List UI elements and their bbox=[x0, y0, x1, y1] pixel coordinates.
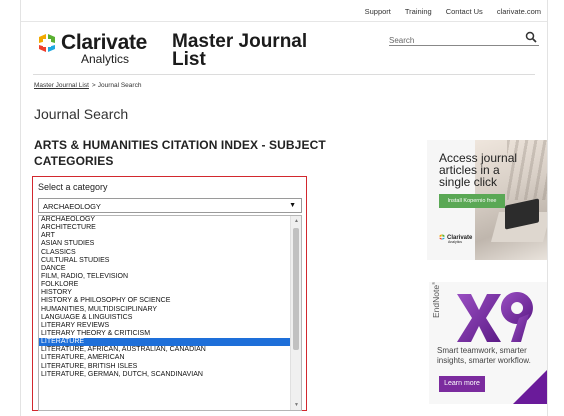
category-option[interactable]: FOLKLORE bbox=[39, 281, 291, 289]
corner-accent bbox=[513, 370, 547, 404]
category-select-value: ARCHAEOLOGY bbox=[43, 202, 101, 211]
breadcrumb-current: Journal Search bbox=[97, 82, 142, 89]
breadcrumb: Master Journal List > Journal Search bbox=[34, 82, 141, 89]
kopernio-ad[interactable]: Access journal articles in a single clic… bbox=[427, 140, 547, 260]
category-option[interactable]: FILM, RADIO, TELEVISION bbox=[39, 273, 291, 281]
category-option[interactable]: ARCHITECTURE bbox=[39, 224, 291, 232]
listbox-scrollbar[interactable]: ▲ ▼ bbox=[290, 216, 301, 410]
endnote-wordmark: EndNote® bbox=[431, 282, 441, 318]
category-option[interactable]: CLASSICS bbox=[39, 249, 291, 257]
scroll-up-arrow-icon[interactable]: ▲ bbox=[291, 216, 301, 226]
category-option[interactable]: LITERATURE, BRITISH ISLES bbox=[39, 363, 291, 371]
category-option[interactable]: HISTORY & PHILOSOPHY OF SCIENCE bbox=[39, 297, 291, 305]
scrollbar-thumb[interactable] bbox=[293, 228, 299, 350]
contact-us-link[interactable]: Contact Us bbox=[446, 7, 483, 16]
category-option[interactable]: HISTORY bbox=[39, 289, 291, 297]
kopernio-ad-text: Access journal articles in a single clic… bbox=[439, 151, 518, 189]
clarivate-logo[interactable]: Clarivate Analytics bbox=[37, 31, 147, 68]
category-option[interactable]: CULTURAL STUDIES bbox=[39, 257, 291, 265]
search-icon[interactable] bbox=[525, 31, 537, 43]
category-option[interactable]: LITERARY REVIEWS bbox=[39, 322, 291, 330]
x9-logo-icon bbox=[457, 292, 533, 342]
category-option[interactable]: ART bbox=[39, 232, 291, 240]
category-option[interactable]: LITERATURE, AMERICAN bbox=[39, 354, 291, 362]
category-listbox[interactable]: ARCHAEOLOGY ARCHITECTURE ART ASIAN STUDIES C… bbox=[38, 215, 302, 411]
page-title: Journal Search bbox=[34, 106, 129, 122]
category-panel: Select a category ARCHAEOLOGY ▼ ARCHAEOL… bbox=[32, 176, 307, 411]
site-title: Master Journal List bbox=[172, 31, 308, 70]
training-link[interactable]: Training bbox=[405, 7, 432, 16]
caret-down-icon: ▼ bbox=[289, 202, 296, 209]
category-label: Select a category bbox=[38, 182, 108, 192]
endnote-product: EndNote bbox=[431, 284, 441, 318]
category-option[interactable]: ARCHAEOLOGY bbox=[39, 216, 291, 224]
category-option[interactable]: LANGUAGE & LINGUISTICS bbox=[39, 314, 291, 322]
header-divider bbox=[21, 21, 547, 22]
page: Support Training Contact Us clarivate.co… bbox=[20, 0, 548, 416]
clarivate-logo-icon bbox=[39, 34, 55, 52]
clarivate-com-link[interactable]: clarivate.com bbox=[497, 7, 541, 16]
header-rule bbox=[33, 74, 535, 75]
logo-subtitle: Analytics bbox=[81, 52, 130, 66]
category-options: ARCHAEOLOGY ARCHITECTURE ART ASIAN STUDIES C… bbox=[39, 216, 291, 379]
breadcrumb-master-journal-list[interactable]: Master Journal List bbox=[34, 82, 89, 89]
endnote-ad-text: Smart teamwork, smarter insights, smarte… bbox=[437, 346, 531, 365]
clarivate-mini-logo: Clarivate Analytics bbox=[439, 234, 472, 244]
top-links: Support Training Contact Us clarivate.co… bbox=[365, 7, 541, 16]
category-option[interactable]: DANCE bbox=[39, 265, 291, 273]
clarivate-logo-icon bbox=[439, 234, 445, 240]
category-option[interactable]: HUMANITIES, MULTIDISCIPLINARY bbox=[39, 306, 291, 314]
category-select[interactable]: ARCHAEOLOGY ▼ bbox=[38, 198, 302, 213]
category-option[interactable]: ASIAN STUDIES bbox=[39, 240, 291, 248]
search-box bbox=[389, 30, 539, 46]
learn-more-button[interactable]: Learn more bbox=[439, 376, 485, 392]
scroll-down-arrow-icon[interactable]: ▼ bbox=[291, 400, 301, 410]
search-input[interactable] bbox=[389, 34, 517, 45]
support-link[interactable]: Support bbox=[365, 7, 391, 16]
install-kopernio-button[interactable]: Install Kopernio free bbox=[439, 194, 505, 208]
endnote-ad[interactable]: EndNote® Smart teamwork, smarter insight… bbox=[429, 282, 547, 404]
category-option[interactable]: LITERARY THEORY & CRITICISM bbox=[39, 330, 291, 338]
index-heading: ARTS & HUMANITIES CITATION INDEX - SUBJE… bbox=[34, 138, 326, 168]
category-option[interactable]: LITERATURE, GERMAN, DUTCH, SCANDINAVIAN bbox=[39, 371, 291, 379]
category-option[interactable]: LITERATURE bbox=[39, 338, 291, 347]
breadcrumb-separator: > bbox=[91, 82, 96, 89]
category-option[interactable]: LITERATURE, AFRICAN, AUSTRALIAN, CANADIA… bbox=[39, 346, 291, 354]
